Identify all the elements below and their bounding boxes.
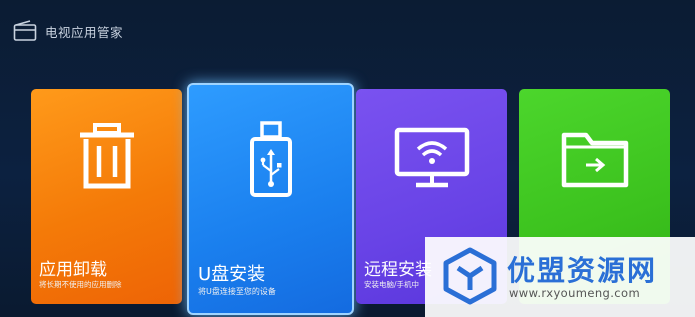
tile-subtitle: 将长期不使用的应用删除	[39, 280, 122, 289]
tile-uninstall[interactable]: 应用卸载 将长期不使用的应用删除	[31, 89, 182, 304]
app-header: 电视应用管家	[13, 18, 123, 44]
wifi-monitor-icon	[394, 127, 469, 188]
tile-title: 应用卸载	[39, 260, 107, 280]
tile-usb-install[interactable]: U盘安装 将U盘连接至您的设备	[187, 83, 354, 315]
trash-icon	[79, 123, 134, 189]
tile-subtitle: 将U盘连接至您的设备	[198, 287, 276, 296]
page-title: 电视应用管家	[45, 24, 124, 40]
tile-title: 远程安装	[364, 260, 432, 280]
tv-box-icon	[13, 20, 37, 41]
cube-logo-icon	[443, 247, 497, 305]
tile-title: U盘安装	[198, 264, 266, 285]
watermark-banner: 优盟资源网 www.rxyoumeng.com	[425, 237, 695, 317]
usb-drive-icon	[249, 121, 292, 197]
watermark-name: 优盟资源网	[507, 254, 658, 287]
watermark-url: www.rxyoumeng.com	[509, 286, 641, 300]
folder-arrow-icon	[561, 132, 628, 188]
tile-subtitle: 安装电脑/手机中	[364, 280, 420, 289]
